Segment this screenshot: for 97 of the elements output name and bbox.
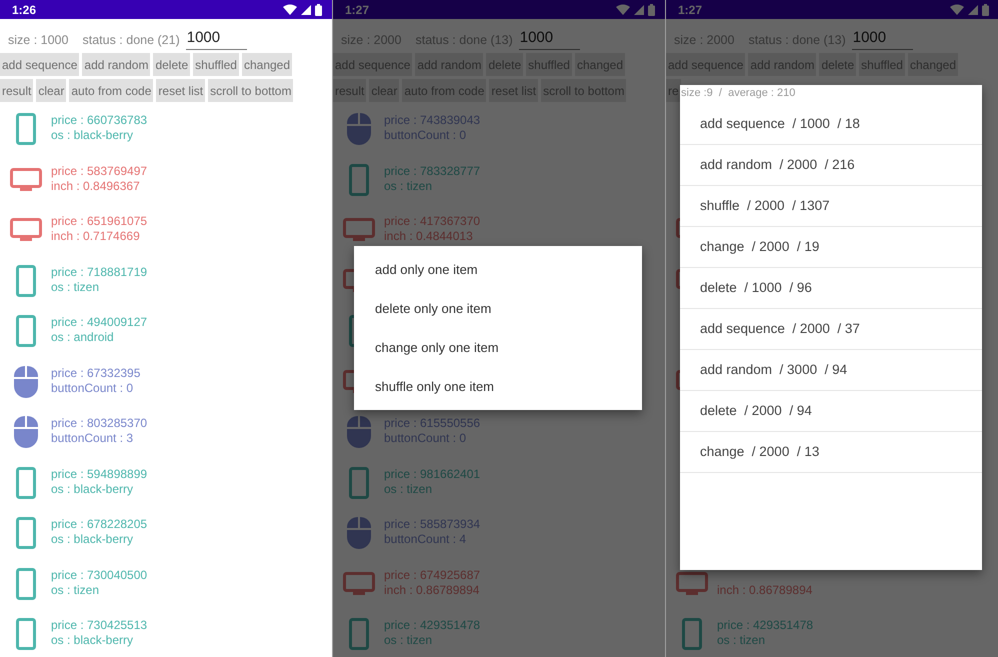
action-button[interactable]: add random — [82, 53, 150, 76]
item-detail: os : tizen — [717, 633, 766, 648]
mouse-icon — [14, 416, 38, 448]
result-row[interactable]: change / 2000 / 19 — [680, 227, 982, 268]
price-text: price : 651961075 — [51, 214, 148, 229]
item-detail: os : tizen — [51, 582, 100, 598]
action-button[interactable]: scroll to bottom — [208, 79, 294, 102]
item-detail: os : black-berry — [51, 128, 134, 143]
signal-icon — [968, 4, 978, 15]
price-text: price : 67332395 — [51, 366, 140, 380]
price-text: price : 429351478 — [717, 618, 814, 633]
count-input[interactable]: 1000 — [852, 29, 913, 50]
item-detail: buttonCount : 3 — [51, 431, 134, 446]
result-row[interactable]: delete / 2000 / 94 — [680, 391, 982, 432]
mouse-icon — [14, 366, 38, 398]
clock-time: 1:27 — [345, 2, 370, 16]
status-label: status : done (21) — [82, 32, 180, 46]
wifi-icon — [950, 4, 964, 15]
phone-icon — [348, 466, 368, 498]
result-row[interactable]: add sequence / 1000 / 18 — [680, 104, 982, 145]
item-detail: buttonCount : 0 — [51, 380, 134, 396]
price-text: price : 583769497 — [51, 164, 148, 178]
result-row[interactable]: add random / 3000 / 94 — [680, 350, 982, 391]
price-text: price : 730040500 — [51, 568, 148, 582]
result-row[interactable]: add random / 2000 / 216 — [680, 145, 982, 186]
wifi-icon — [283, 4, 297, 15]
item-detail: os : black-berry — [51, 633, 134, 648]
item-detail: os : tizen — [51, 280, 100, 294]
price-text: price : 981662401 — [384, 466, 480, 482]
menu-item[interactable]: add only one item — [354, 250, 642, 289]
result-row[interactable]: change / 2000 / 13 — [680, 432, 982, 473]
item-detail: inch : 0.8496367 — [51, 178, 141, 194]
price-text: price : 594898899 — [51, 466, 148, 482]
item-detail: inch : 0.86789894 — [384, 582, 480, 598]
action-button[interactable]: add sequence — [0, 53, 80, 76]
size-label: size : 1000 — [8, 32, 68, 46]
item-detail: inch : 0.7174669 — [51, 229, 141, 244]
signal-icon — [634, 4, 644, 15]
count-input[interactable]: 1000 — [518, 29, 580, 50]
action-button[interactable]: delete — [153, 53, 190, 76]
phone-icon — [348, 618, 368, 650]
count-input[interactable]: 1000 — [186, 29, 247, 50]
monitor-icon — [10, 218, 42, 242]
price-text: price : 803285370 — [51, 416, 148, 431]
price-text: price : 494009127 — [51, 315, 148, 330]
phone-icon — [16, 466, 36, 498]
item-detail: inch : 0.86789894 — [717, 582, 812, 598]
monitor-icon — [10, 168, 42, 192]
clock-time: 1:27 — [678, 2, 702, 16]
menu-item[interactable]: delete only one item — [354, 289, 642, 328]
signal-icon — [301, 4, 311, 15]
phone-icon — [16, 315, 36, 347]
item-detail: os : tizen — [384, 178, 434, 194]
phone-icon — [16, 113, 36, 145]
phone-icon — [16, 568, 36, 600]
price-text: price : 429351478 — [384, 618, 480, 633]
action-button[interactable]: clear — [36, 79, 66, 102]
battery-icon — [648, 4, 655, 16]
result-row[interactable]: add sequence / 2000 / 37 — [680, 309, 982, 350]
item-detail: os : android — [51, 330, 115, 345]
item-detail: os : tizen — [384, 633, 434, 648]
action-button[interactable]: auto from code — [69, 79, 154, 102]
summary-text: size :9 / average : 210 — [680, 86, 796, 101]
mouse-icon — [346, 416, 370, 448]
menu-item[interactable]: shuffle only one item — [354, 367, 642, 406]
action-button[interactable]: result — [0, 79, 34, 102]
phone-icon — [16, 517, 36, 549]
monitor-icon — [676, 572, 708, 596]
price-text: price : 674925687 — [384, 568, 480, 582]
phone-icon — [348, 164, 368, 196]
battery-icon — [315, 4, 322, 16]
price-text: price : 783328777 — [384, 164, 480, 178]
phone-icon — [16, 618, 36, 650]
clock-time: 1:26 — [12, 2, 36, 16]
monitor-icon — [342, 218, 374, 242]
wifi-icon — [616, 4, 630, 15]
price-text: price : 678228205 — [51, 517, 148, 532]
phone-icon — [682, 618, 702, 650]
result-row[interactable]: shuffle / 2000 / 1307 — [680, 186, 982, 227]
action-button[interactable]: reset list — [156, 79, 206, 102]
menu-item[interactable]: change only one item — [354, 328, 642, 367]
phone-icon — [16, 264, 36, 296]
mouse-icon — [346, 517, 370, 549]
item-detail: os : tizen — [384, 482, 434, 496]
item-detail: os : black-berry — [51, 482, 134, 496]
battery-icon — [982, 4, 989, 16]
action-button[interactable]: changed — [242, 53, 292, 76]
price-text: price : 718881719 — [51, 264, 148, 280]
price-text: price : 417367370 — [384, 214, 480, 229]
result-row[interactable]: delete / 1000 / 96 — [680, 268, 982, 309]
action-button[interactable]: shuffled — [193, 53, 239, 76]
monitor-icon — [342, 572, 374, 596]
price-text: price : 660736783 — [51, 113, 148, 128]
mouse-icon — [346, 113, 370, 145]
item-detail: os : black-berry — [51, 532, 134, 547]
item-detail: inch : 0.4844013 — [384, 229, 474, 244]
price-text: price : 730425513 — [51, 618, 148, 633]
